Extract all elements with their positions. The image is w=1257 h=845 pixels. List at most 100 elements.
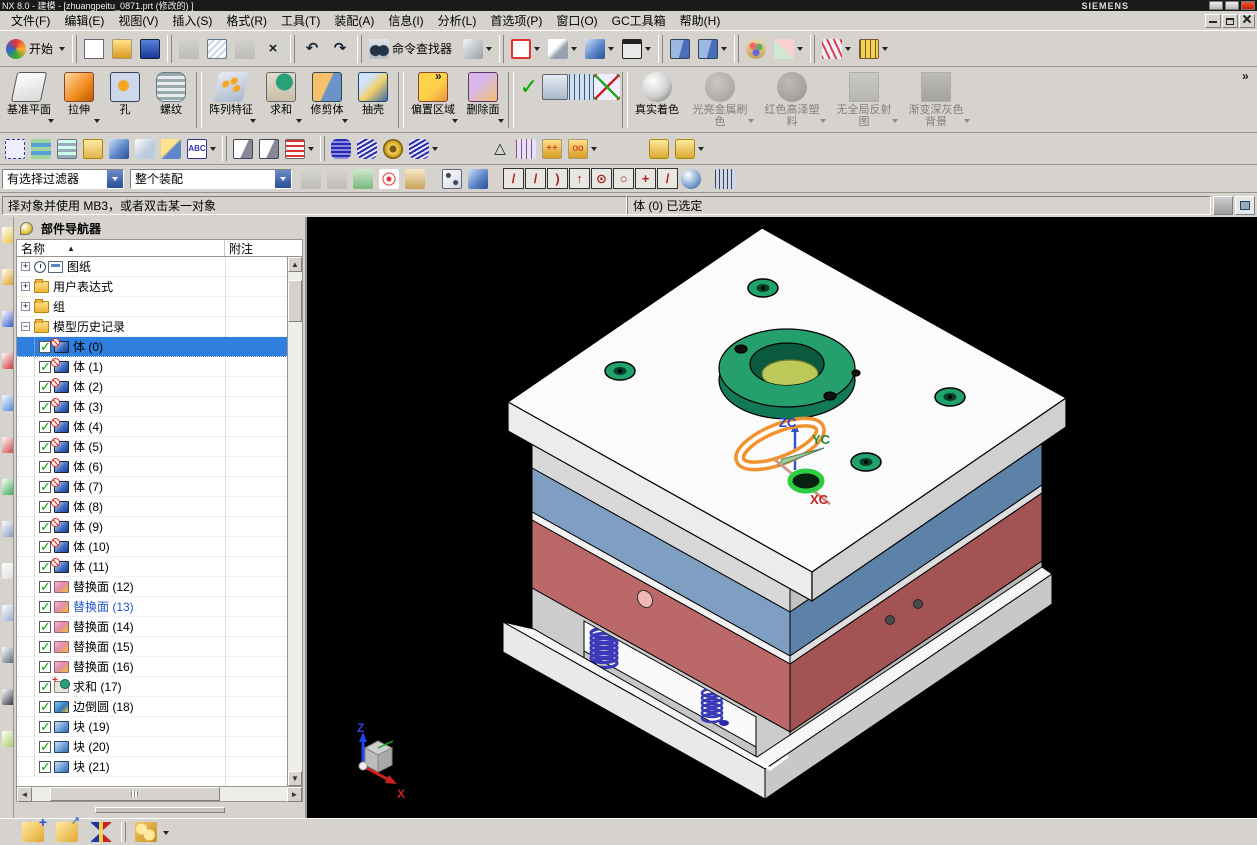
chevron-down-icon[interactable] [452,119,458,126]
start-button[interactable]: 开始 [2,36,69,62]
真实着色-button[interactable]: 真实着色 [630,68,684,131]
chevron-down-icon[interactable] [498,119,504,126]
view-cube-button[interactable] [581,36,618,62]
expand-icon[interactable]: + [21,282,30,291]
chevron-down-icon[interactable] [308,147,314,154]
window-next-button[interactable] [694,36,731,62]
menu-item-10[interactable]: 窗口(O) [549,10,604,31]
tree-item-12[interactable]: 体 (8) [17,497,287,517]
toolbar-grip[interactable] [72,34,78,63]
overflow-chevron-icon[interactable]: » [435,69,442,83]
feature-checkbox[interactable] [39,759,51,775]
menu-item-12[interactable]: 帮助(H) [673,10,728,31]
渐变深灰色背景-button[interactable]: 渐变深灰色背景 [900,68,972,131]
feature-checkbox[interactable] [39,439,51,455]
chevron-down-icon[interactable] [608,47,615,54]
tree-group-1[interactable]: + 用户表达式 [17,277,287,297]
阵列特征-button[interactable]: 阵列特征 [204,68,258,131]
抽壳-button[interactable]: 抽壳 [350,68,396,131]
delete-button[interactable]: × [259,36,287,62]
chevron-down-icon[interactable] [721,47,728,54]
mirror-assembly-button[interactable] [84,819,118,845]
delete-spring-button[interactable] [406,136,441,162]
pattern-component-button[interactable] [129,819,172,845]
overflow-chevron-icon[interactable]: » [1242,69,1249,83]
menu-item-0[interactable]: 文件(F) [4,10,57,31]
hd3d-tools-button[interactable] [282,136,317,162]
wave-link-button[interactable] [324,166,350,192]
tree-item-19[interactable]: 替换面 (15) [17,637,287,657]
interpart-link-button[interactable] [298,166,324,192]
tree-item-7[interactable]: 体 (3) [17,397,287,417]
chevron-down-icon[interactable] [107,169,123,188]
measure-button[interactable] [855,36,892,62]
vertical-scroll-thumb[interactable] [288,280,302,322]
layer-settings-button[interactable] [28,136,54,162]
resource-strip-icon[interactable] [2,353,13,369]
menu-item-9[interactable]: 首选项(P) [483,10,549,31]
resource-strip-icon[interactable] [2,395,13,411]
column-header-name[interactable]: 名称 ▲ [17,240,225,256]
paste-button[interactable] [231,36,259,62]
tree-item-6[interactable]: 体 (2) [17,377,287,397]
feature-checkbox[interactable] [39,539,51,555]
cut-button[interactable] [175,36,203,62]
chevron-down-icon[interactable] [645,47,652,54]
chevron-down-icon[interactable] [296,119,302,126]
menu-item-2[interactable]: 视图(V) [111,10,165,31]
mold-assembly-model[interactable]: ZC YC XC Z X [307,217,1257,818]
feature-checkbox[interactable] [39,579,51,595]
column-header-note[interactable]: 附注 [225,240,302,257]
undo-button[interactable]: ↶ [298,36,326,62]
fit-view-button[interactable] [507,36,544,62]
menu-item-6[interactable]: 装配(A) [327,10,381,31]
chevron-down-icon[interactable] [275,169,291,188]
chevron-down-icon[interactable] [342,119,348,126]
tree-horizontal-scrollbar[interactable]: ◄ ► [16,787,303,802]
text-button[interactable]: ABC [184,136,219,162]
tree-item-17[interactable]: 替换面 (13) [17,597,287,617]
visualization-button[interactable] [459,36,496,62]
tree-item-25[interactable]: 块 (21) [17,757,287,777]
求和-button[interactable]: 求和 [258,68,304,131]
snap-sphere-button[interactable] [681,168,701,189]
display-mode-button[interactable] [618,36,655,62]
feature-checkbox[interactable] [39,679,51,695]
circle-set-folder-button[interactable]: oo [565,136,600,162]
selection-filter-dropdown[interactable]: 有选择过滤器 [2,168,124,189]
tree-item-8[interactable]: 体 (4) [17,417,287,437]
光亮金属刷色-button[interactable]: 光亮金属刷色 [684,68,756,131]
chevron-down-icon[interactable] [210,147,216,154]
chevron-down-icon[interactable] [964,119,970,126]
螺纹-button[interactable]: 螺纹 [148,68,194,131]
chevron-down-icon[interactable] [163,830,169,838]
add-component-button[interactable] [16,814,50,845]
tree-item-13[interactable]: 体 (9) [17,517,287,537]
redo-button[interactable]: ↷ [326,36,354,62]
toolbar-grip[interactable] [290,34,296,63]
tree-item-9[interactable]: 体 (5) [17,437,287,457]
feature-checkbox[interactable] [39,599,51,615]
chevron-down-icon[interactable] [571,47,578,54]
lock-b-button[interactable] [672,136,707,162]
feature-checkbox[interactable] [39,559,51,575]
snap-quadrant-button[interactable]: ○ [613,168,634,189]
check-mate-button[interactable] [542,74,568,100]
chevron-down-icon[interactable] [59,47,66,54]
expand-icon[interactable]: + [21,262,30,271]
tree-item-18[interactable]: 替换面 (14) [17,617,287,637]
move-component-button[interactable] [376,166,402,192]
tree-item-22[interactable]: 边倒圆 (18) [17,697,287,717]
resource-strip-icon[interactable] [2,479,13,495]
chevron-down-icon[interactable] [748,119,754,126]
chevron-down-icon[interactable] [820,119,826,126]
resource-bar[interactable] [0,217,14,818]
chevron-down-icon[interactable] [432,147,438,154]
wcs-origin-ball[interactable] [787,468,825,494]
horizontal-scroll-thumb[interactable] [50,787,220,801]
toolbar-grip[interactable] [810,34,816,63]
tree-item-5[interactable]: 体 (1) [17,357,287,377]
chevron-down-icon[interactable] [48,119,54,126]
bolt-head[interactable] [747,278,779,298]
feature-checkbox[interactable] [39,479,51,495]
